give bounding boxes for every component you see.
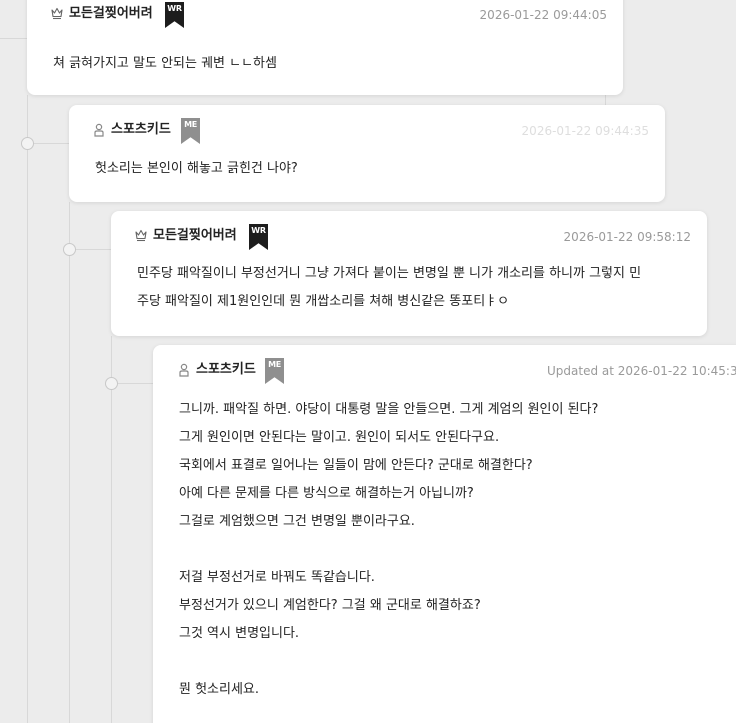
comment-text: 쳐 긁혀가지고 말도 안되는 궤변 ㄴㄴ하셈 [53, 56, 277, 71]
comment-thread: 모든걸찢어버려 WR 2026-01-22 09:44:05 쳐 긁혀가지고 말… [0, 0, 736, 723]
thread-line [69, 202, 70, 723]
thread-node [63, 243, 76, 256]
thread-node [105, 377, 118, 390]
user-icon [179, 363, 189, 377]
comment-header: 스포츠키드 ME 2026-01-22 09:44:35 [69, 105, 665, 153]
comment-text: 민주당 패악질이니 부정선거니 그냥 가져다 붙이는 변명일 뿐 니가 개소리를… [137, 266, 642, 309]
comment-header: 모든걸찢어버려 WR 2026-01-22 09:58:12 [111, 211, 707, 259]
crown-icon [135, 229, 147, 242]
thread-line [27, 95, 28, 723]
comment-card: 모든걸찢어버려 WR 2026-01-22 09:58:12 민주당 패악질이니… [111, 211, 707, 336]
writer-badge: WR [165, 2, 184, 28]
comment-timestamp: 2026-01-22 09:58:12 [563, 230, 691, 244]
writer-badge: WR [249, 224, 268, 250]
author-name[interactable]: 스포츠키드 [196, 362, 256, 378]
user-icon [94, 123, 104, 137]
thread-node [21, 137, 34, 150]
comment-timestamp: 2026-01-22 09:44:05 [479, 8, 607, 22]
comment-timestamp: 2026-01-22 09:44:35 [521, 124, 649, 138]
thread-line [111, 336, 112, 723]
comment-header: 모든걸찢어버려 WR 2026-01-22 09:44:05 [27, 0, 623, 48]
comment-timestamp: Updated at 2026-01-22 10:45:32 [547, 364, 736, 378]
me-badge: ME [265, 358, 284, 384]
comment-card: 모든걸찢어버려 WR 2026-01-22 09:44:05 쳐 긁혀가지고 말… [27, 0, 623, 95]
comment-text: 그니까. 패악질 하면. 야당이 대통령 말을 안들으면. 그게 계엄의 원인이… [179, 402, 599, 697]
comment-card: 스포츠키드 ME 2026-01-22 09:44:35 헛소리는 본인이 해놓… [69, 105, 665, 202]
comment-card: 스포츠키드 ME Updated at 2026-01-22 10:45:32 … [153, 345, 736, 723]
thread-line [0, 38, 27, 39]
me-badge: ME [181, 118, 200, 144]
author-name[interactable]: 모든걸찢어버려 [69, 6, 153, 22]
comment-text: 헛소리는 본인이 해놓고 긁힌건 나야? [95, 161, 298, 176]
thread-line [605, 95, 606, 105]
crown-icon [51, 7, 63, 20]
author-name[interactable]: 모든걸찢어버려 [153, 228, 237, 244]
comment-header: 스포츠키드 ME Updated at 2026-01-22 10:45:32 [153, 345, 736, 393]
author-name[interactable]: 스포츠키드 [111, 122, 171, 138]
